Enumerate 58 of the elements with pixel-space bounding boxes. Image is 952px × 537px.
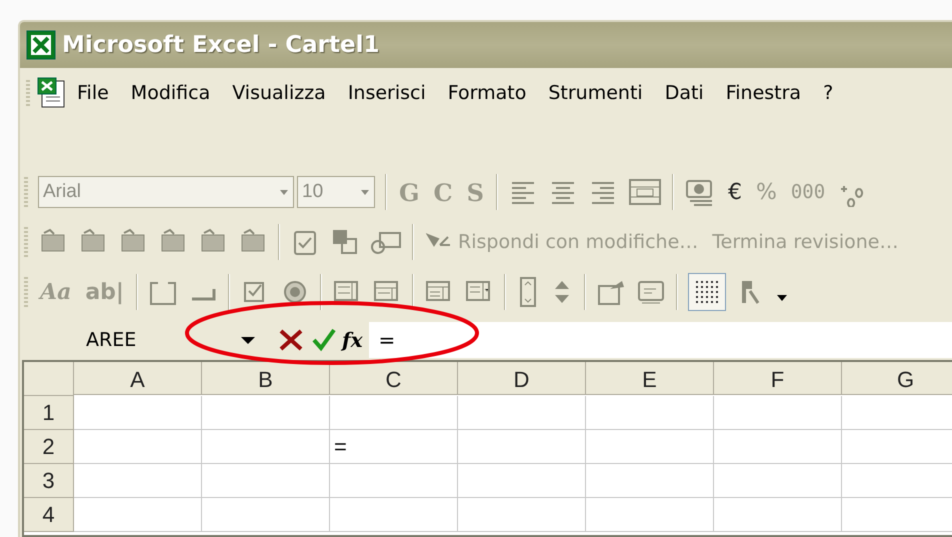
table-cell[interactable]	[458, 464, 586, 498]
column-header[interactable]: A	[74, 362, 202, 395]
table-cell[interactable]	[714, 464, 842, 498]
table-cell[interactable]	[74, 498, 202, 532]
row-header[interactable]: 2	[24, 430, 74, 464]
table-cell[interactable]	[202, 498, 330, 532]
table-cell[interactable]	[714, 430, 842, 464]
menu-item[interactable]: Inserisci	[336, 79, 437, 107]
column-header[interactable]: F	[714, 362, 842, 395]
table-cell[interactable]	[458, 498, 586, 532]
table-cell[interactable]: =	[330, 430, 458, 464]
row-header[interactable]: 1	[24, 396, 74, 430]
table-cell[interactable]	[202, 464, 330, 498]
table-cell[interactable]	[458, 430, 586, 464]
name-box[interactable]: AREE	[20, 329, 240, 351]
column-header[interactable]: G	[842, 362, 952, 395]
menu-item[interactable]: Finestra	[714, 79, 812, 107]
table-cell[interactable]	[586, 396, 714, 430]
cancel-x-icon[interactable]	[278, 328, 304, 352]
table-cell[interactable]	[74, 430, 202, 464]
table-cell[interactable]	[330, 396, 458, 430]
menu-item[interactable]: Visualizza	[221, 79, 337, 107]
table-cell[interactable]	[74, 396, 202, 430]
select-all-button[interactable]	[24, 362, 74, 396]
confirm-check-icon[interactable]	[312, 328, 336, 352]
column-header[interactable]: D	[458, 362, 586, 395]
menu-item[interactable]: Modifica	[120, 79, 222, 107]
menu-item[interactable]: Dati	[654, 79, 715, 107]
table-cell[interactable]	[458, 396, 586, 430]
row-header[interactable]: 4	[24, 498, 74, 532]
excel-logo-icon	[26, 30, 56, 60]
menu-item[interactable]: Formato	[436, 79, 538, 107]
menu-item[interactable]: File	[66, 79, 120, 107]
table-cell[interactable]	[74, 464, 202, 498]
menu-item[interactable]: Strumenti	[537, 79, 654, 107]
table-cell[interactable]	[586, 430, 714, 464]
table-cell[interactable]	[714, 498, 842, 532]
column-header[interactable]: C	[330, 362, 458, 395]
table-cell[interactable]	[586, 464, 714, 498]
formula-text[interactable]: =	[378, 328, 396, 352]
column-header[interactable]: B	[202, 362, 330, 395]
table-cell[interactable]	[330, 498, 458, 532]
table-cell[interactable]	[714, 396, 842, 430]
table-cell[interactable]	[202, 396, 330, 430]
row-header[interactable]: 3	[24, 464, 74, 498]
grid-dots-icon	[694, 279, 720, 305]
toolbar-button[interactable]: €	[726, 180, 744, 204]
table-cell[interactable]	[202, 430, 330, 464]
menu-item[interactable]: ?	[812, 79, 844, 107]
window-title: Microsoft Excel - Cartel1	[62, 32, 380, 58]
merge-center-icon[interactable]	[628, 177, 662, 207]
table-cell[interactable]	[330, 464, 458, 498]
toggle-grid-button[interactable]	[688, 273, 726, 311]
dropdown-arrow-icon[interactable]	[240, 335, 256, 345]
table-cell[interactable]	[586, 498, 714, 532]
workbook-icon[interactable]	[36, 77, 66, 109]
insert-function-button[interactable]: fx	[342, 328, 363, 352]
column-header[interactable]: E	[586, 362, 714, 395]
